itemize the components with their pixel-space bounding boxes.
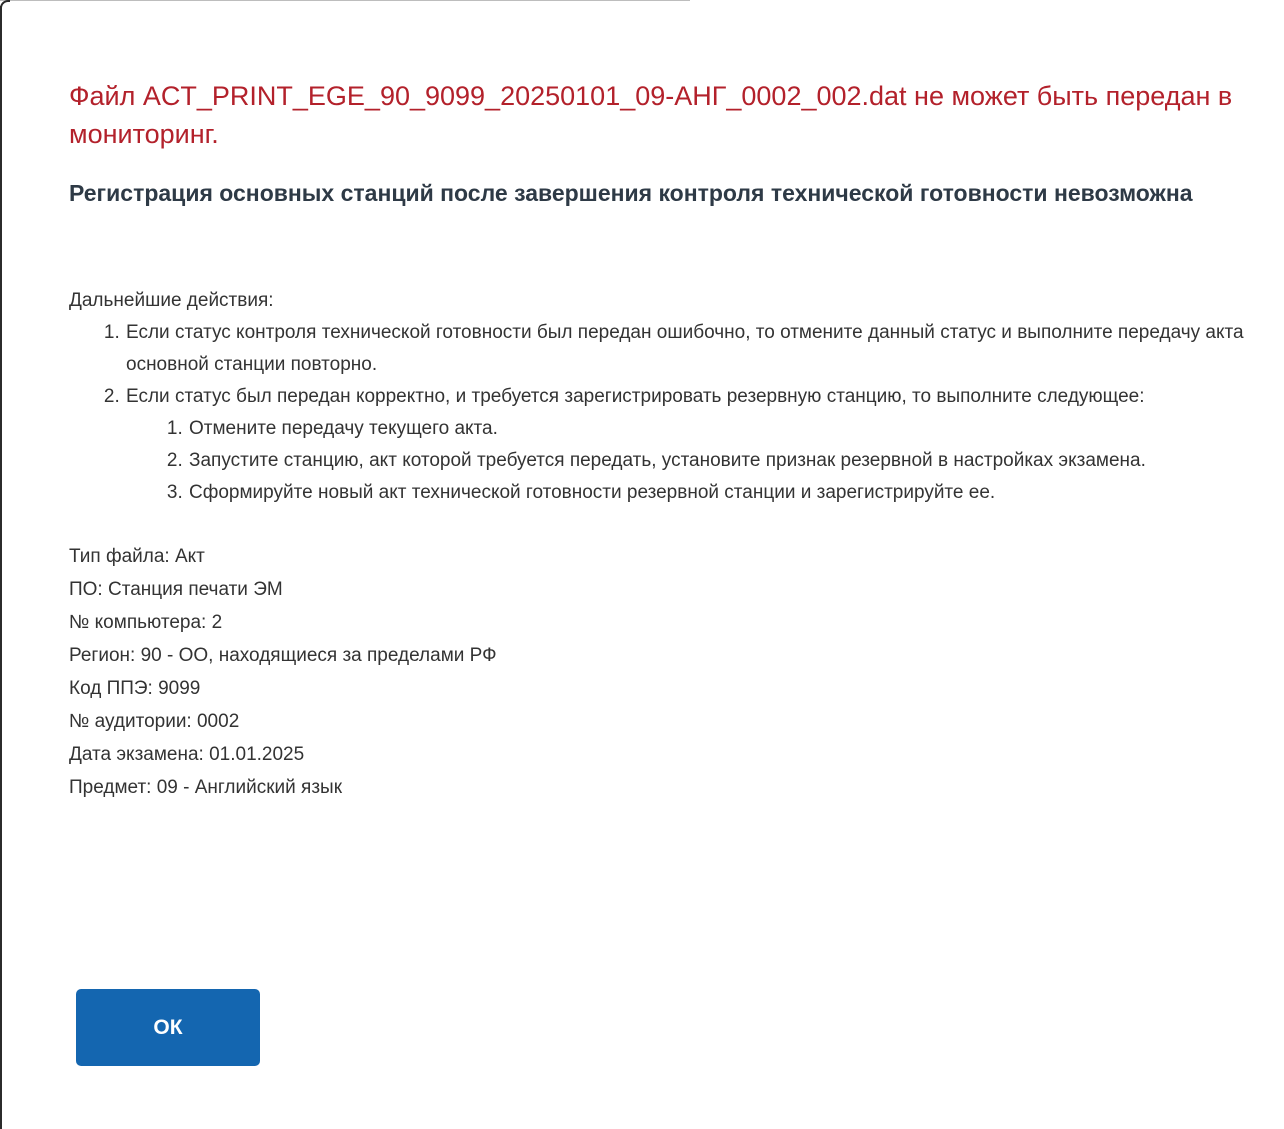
substeps-list: Отмените передачу текущего акта. Запусти… [126,413,1259,509]
error-dialog: Файл ACT_PRINT_EGE_90_9099_20250101_09-А… [0,0,1284,1129]
info-exam-date: Дата экзамена: 01.01.2025 [69,744,305,765]
step-text: Если статус был передан корректно, и тре… [126,386,1145,407]
actions-heading: Дальнейшие действия: [69,290,274,311]
step-text: Если статус контроля технической готовно… [126,322,1244,375]
error-title: Файл ACT_PRINT_EGE_90_9099_20250101_09-А… [69,81,1233,149]
info-subject: Предмет: 09 - Английский язык [69,777,343,798]
file-info: Тип файла: Акт ПО: Станция печати ЭМ № к… [69,540,1259,804]
substep-item: Запустите станцию, акт которой требуется… [188,445,1259,477]
ok-button[interactable]: ОК [76,989,260,1066]
dialog-left-border [0,6,2,1129]
step-item: Если статус был передан корректно, и тре… [125,381,1259,509]
substep-item: Сформируйте новый акт технической готовн… [188,477,1259,509]
steps-list: Если статус контроля технической готовно… [69,317,1259,509]
info-ppe-code: Код ППЭ: 9099 [69,678,201,699]
info-region: Регион: 90 - ОО, находящиеся за пределам… [69,645,497,666]
info-auditorium: № аудитории: 0002 [69,711,240,732]
info-file-type: Тип файла: Акт [69,546,205,567]
step-item: Если статус контроля технической готовно… [125,317,1259,381]
substep-item: Отмените передачу текущего акта. [188,413,1259,445]
info-computer-number: № компьютера: 2 [69,612,223,633]
dialog-top-border [0,0,690,1]
error-subtitle: Регистрация основных станций после завер… [69,180,1193,206]
dialog-corner [0,0,10,8]
info-software: ПО: Станция печати ЭМ [69,579,283,600]
dialog-body: Дальнейшие действия: Если статус контрол… [69,285,1259,804]
